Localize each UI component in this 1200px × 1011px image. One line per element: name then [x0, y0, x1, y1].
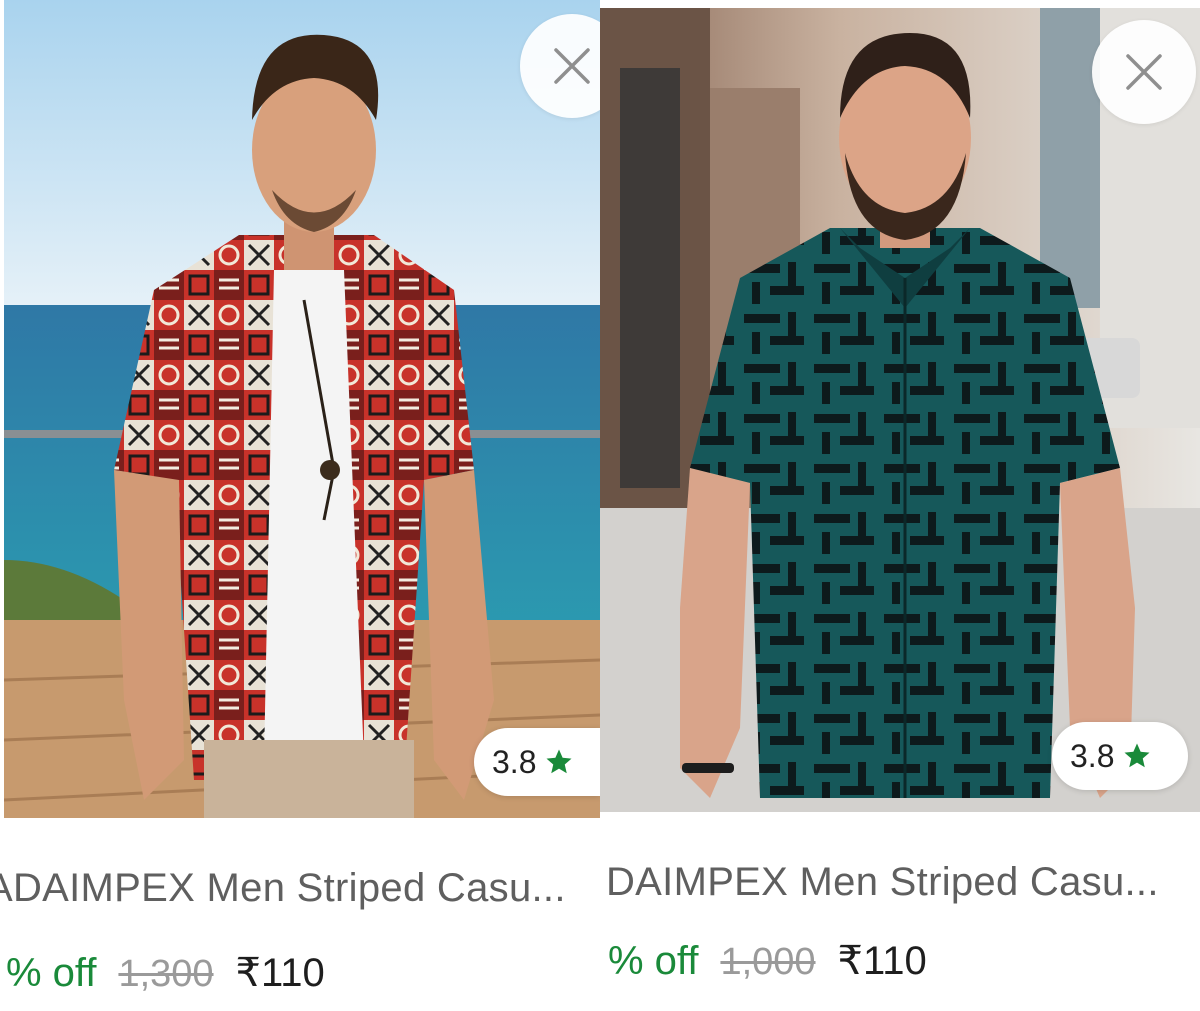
rating-value: 3.8 [492, 743, 537, 780]
rating-badge: 3.8 [1052, 722, 1188, 790]
remove-button[interactable] [1092, 20, 1196, 124]
product-image[interactable] [4, 0, 600, 818]
star-icon [546, 749, 572, 774]
sale-price: ₹110 [837, 939, 927, 983]
price-row: % off 1,000 ₹110 [608, 938, 927, 984]
rating-badge: 3.8 [474, 728, 600, 796]
product-photo [4, 0, 600, 818]
product-image[interactable] [600, 8, 1200, 812]
star-icon [1124, 743, 1150, 768]
discount-label: % off [6, 951, 97, 995]
product-title[interactable]: DAIMPEX Men Striped Casu... [606, 860, 1159, 905]
original-price: 1,300 [118, 953, 214, 995]
product-photo [600, 8, 1200, 812]
product-card-2[interactable]: 3.8 DAIMPEX Men Striped Casu... % off 1,… [600, 0, 1200, 1011]
price-row: % off 1,300 ₹110 [6, 950, 325, 996]
original-price: 1,000 [720, 941, 816, 983]
product-title[interactable]: ADAIMPEX Men Striped Casu... [0, 866, 566, 911]
sale-price: ₹110 [235, 951, 325, 995]
rating-value: 3.8 [1070, 737, 1115, 774]
close-icon [554, 48, 590, 84]
discount-label: % off [608, 939, 699, 983]
product-card-1[interactable]: 3.8 ADAIMPEX Men Striped Casu... % off 1… [0, 0, 600, 1011]
close-icon [1126, 54, 1162, 90]
